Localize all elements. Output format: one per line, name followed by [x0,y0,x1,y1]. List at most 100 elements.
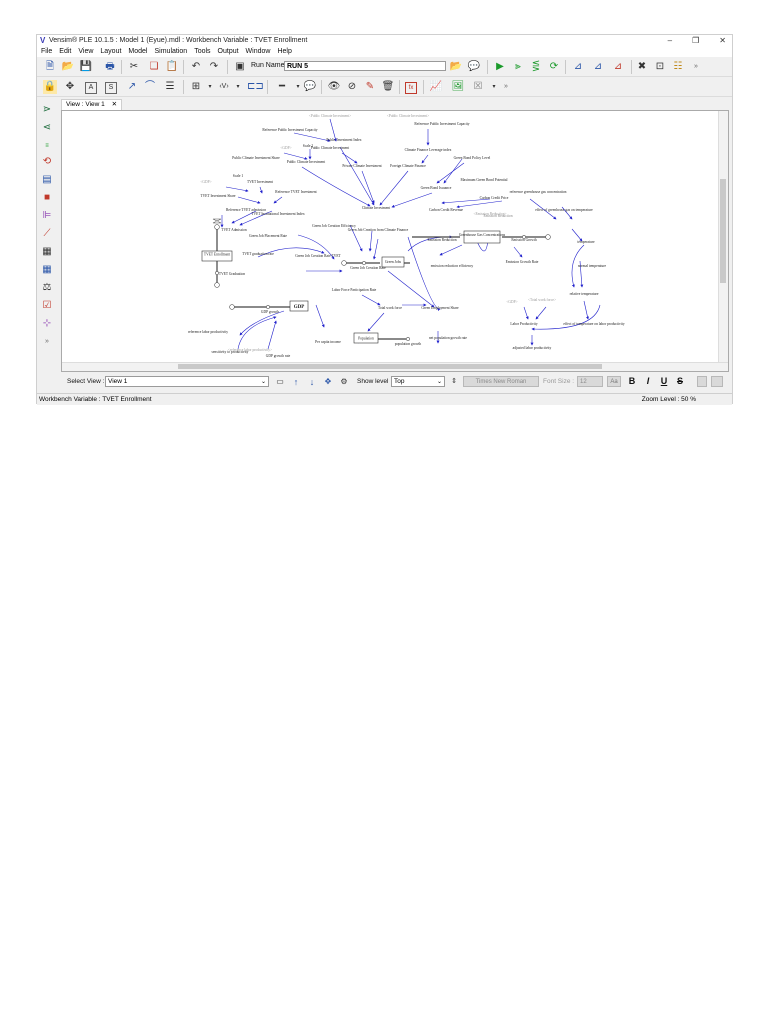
variable-label[interactable]: TVET Investment Share [200,194,235,198]
arrow-icon[interactable]: ↗ [125,80,139,94]
copy-icon[interactable]: ❏ [147,60,161,74]
level-down-icon[interactable]: ↓ [305,375,319,389]
variable-label[interactable]: temperature [577,240,595,244]
strikethrough-button[interactable]: S [673,374,687,388]
dataset-icon[interactable]: ⊿ [571,60,585,74]
model-variable-dropdown-icon[interactable]: ▾ [203,80,217,94]
causes-tree-icon[interactable]: ⋗ [40,103,54,117]
font-size-box[interactable]: 12 [577,376,603,387]
compare-icon[interactable]: ⊫ [40,209,54,223]
variable-label[interactable]: Green Bond Policy Level [454,156,491,160]
shadow-variable-label[interactable]: <Total work force> [528,298,556,302]
cut-icon[interactable]: ✂ [127,60,141,74]
tab-view-1[interactable]: View : View 1 ✕ [61,99,123,110]
new-model-icon[interactable]: 🗎 [43,60,57,74]
tab-close-icon[interactable]: ✕ [112,101,117,108]
variable-label[interactable]: normal temperature [578,264,607,268]
variable-label[interactable]: Emission Growth Rate [506,260,539,264]
variable-label[interactable]: effect of temperature on labor productiv… [563,322,625,326]
variable-label[interactable]: TVET graduation rate [242,252,274,256]
vertical-scroll-thumb[interactable] [720,179,726,283]
dataset-load-icon[interactable]: ⊿ [591,60,605,74]
rate-icon[interactable]: ⌒ [143,80,157,94]
delete-icon[interactable]: ━ [275,80,289,94]
save-icon[interactable]: 💾 [79,60,93,74]
variable-label[interactable]: GDP growth rate [266,354,291,358]
menu-file[interactable]: File [41,47,52,57]
shadow-variable-label[interactable]: <Public Climate Investment> [387,114,429,118]
vertical-scrollbar[interactable] [718,111,728,371]
variable-label[interactable]: Emission Growth [511,238,536,242]
variable-label[interactable]: Private Climate Investment [342,164,381,168]
table-tool-icon[interactable]: ☒ [471,80,485,94]
variable-label[interactable]: TVET Graduation [219,272,245,276]
variable-label[interactable]: relative temperature [570,292,599,296]
menu-layout[interactable]: Layout [100,47,121,57]
table-icon[interactable]: ▦ [40,263,54,277]
restore-button[interactable]: ❐ [692,35,699,47]
equations-icon[interactable]: ✎ [363,80,377,94]
graph-tool-icon[interactable]: 📈 [429,80,443,94]
variable-label[interactable]: population growth [395,342,422,346]
align-box-button[interactable] [697,376,707,387]
run-name-icon[interactable]: ▣ [233,60,247,74]
run-name-input[interactable]: RUN 5 [284,61,446,71]
control-panel-icon[interactable]: ⊡ [653,60,667,74]
simulate-icon[interactable]: ▶ [493,60,507,74]
level-up-icon[interactable]: ↑ [289,375,303,389]
variable-label[interactable]: effect of greenhouse gas on temperature [535,208,593,212]
menu-window[interactable]: Window [246,47,271,57]
variable-label[interactable]: Reference Public Investment Capacity [262,128,317,132]
fx-icon[interactable]: fx [405,82,417,94]
shadow-variable-label[interactable]: <GDP> [506,300,517,304]
causes-strip-icon[interactable]: ■ [40,191,54,205]
tools-icon[interactable]: ✖ [635,60,649,74]
shadow-variable-icon[interactable]: ☰ [163,80,177,94]
variable-label[interactable]: GDP growth [261,310,279,314]
comment-icon[interactable]: 💬 [467,60,481,74]
show-level-dropdown[interactable]: Top ⌄ [391,376,445,387]
variable-label[interactable]: reference greenhouse gas concentration [510,190,567,194]
select-view-dropdown[interactable]: View 1 ⌄ [105,376,269,387]
synthesim-icon[interactable]: ⫸ [511,60,525,74]
io-object-icon[interactable]: ⊏⊐ [247,80,264,94]
variable-label[interactable]: Climate Finance Leverage index [405,148,452,152]
variable-label[interactable]: Public Climate Investment Share [232,156,280,160]
variable-label[interactable]: Maximum Green Bond Potential [460,178,507,182]
view-box-icon[interactable]: ▭ [273,375,287,389]
horizontal-scroll-thumb[interactable] [178,364,602,369]
cycle-icon[interactable]: ⟲ [40,155,54,169]
variable-label[interactable]: Public Investment Index [326,138,361,142]
uses-tree-icon[interactable]: ⋖ [40,121,54,135]
subscripts-icon[interactable]: ☷ [671,60,685,74]
variable-label[interactable]: TVET Institutional Investment Index [251,212,305,216]
underline-button[interactable]: U [657,374,671,388]
optimize-icon[interactable]: ⟳ [547,60,561,74]
variable-label[interactable]: Green Job Creation Rate TVET [295,254,341,258]
variable-label[interactable]: Labor Force Participation Rate [332,288,377,292]
variable-label[interactable]: Green Bond Issuance [421,186,452,190]
variable-label[interactable]: net population growth rate [429,336,467,340]
level-stepper-icon[interactable]: ⇕ [447,375,461,389]
sensitivity-icon[interactable]: ⋚ [529,60,543,74]
menu-output[interactable]: Output [218,47,239,57]
italic-button[interactable]: I [641,374,655,388]
variable-label[interactable]: Public Climate Investment [287,160,325,164]
variable-label[interactable]: Public Climate Investment [311,146,349,150]
print-icon[interactable]: 🖶 [103,60,117,74]
undo-icon[interactable]: ↶ [189,60,203,74]
toolbar2-overflow-icon[interactable]: » [499,80,513,94]
sketch-canvas[interactable]: TVET Enrollment Green Jobs Greenhouse Ga… [61,110,729,372]
units-check-icon[interactable]: ☑ [40,299,54,313]
variable-label[interactable]: Foreign Climate Finance [390,164,426,168]
variable-label[interactable]: Carbon Credit Revenue [429,208,463,212]
variable-label[interactable]: TVET Admission [221,228,247,232]
variable-label[interactable]: TVET Investment [247,180,273,184]
shadow-variable-label[interactable]: <GDP> [200,180,211,184]
variable-label[interactable]: Scale 1 [233,174,244,178]
minimize-button[interactable]: – [668,35,672,47]
show-icon[interactable]: 👁 [327,80,341,94]
variable-label[interactable]: Labor Productivity [510,322,537,326]
variable-label[interactable]: adjusted labor productivity [513,346,552,350]
toolbar-overflow-icon[interactable]: » [689,60,703,74]
